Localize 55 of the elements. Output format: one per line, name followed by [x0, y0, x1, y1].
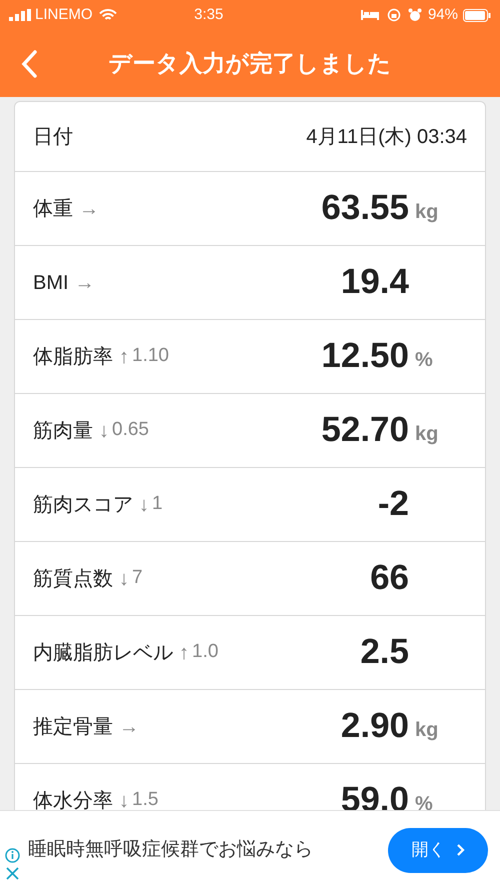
- signal-icon: [9, 9, 31, 21]
- trend-arrow: →: [79, 196, 99, 222]
- open-button[interactable]: 開く: [388, 828, 488, 872]
- trend-arrow: ↓: [119, 788, 129, 814]
- row-label: 日付: [33, 124, 74, 150]
- change-amount: 7: [132, 566, 143, 590]
- unit-label: kg: [415, 200, 438, 222]
- carrier-name: LINEMO: [35, 4, 93, 25]
- back-icon[interactable]: [20, 50, 38, 78]
- unit-label: kg: [415, 718, 438, 740]
- header-title: データ入力が完了しました: [108, 49, 392, 78]
- unit-label: %: [415, 792, 433, 814]
- measurement-value: 19.4: [340, 261, 409, 304]
- measurement-value: -2: [378, 483, 409, 526]
- trend-arrow: ↓: [99, 418, 109, 444]
- wifi-icon: [98, 8, 117, 22]
- row-label: 筋質点数: [33, 566, 113, 592]
- change-amount: 1: [152, 492, 163, 516]
- row-label: 体水分率: [33, 788, 113, 814]
- bed-icon: [360, 10, 379, 20]
- trend-arrow: ↓: [139, 492, 149, 518]
- close-icon[interactable]: [6, 867, 18, 880]
- measurement-value: 59.0: [340, 779, 409, 820]
- trend-arrow: →: [74, 270, 95, 296]
- measurement-value: 2.90: [340, 705, 409, 748]
- change-amount: 0.65: [112, 418, 149, 442]
- info-icon[interactable]: [4, 848, 20, 863]
- row-label: 筋肉スコア: [33, 492, 133, 518]
- trend-arrow: ↑: [119, 344, 129, 370]
- clock-time: 3:35: [193, 4, 224, 25]
- battery-icon: [463, 8, 491, 22]
- chevron-right-icon: [456, 843, 464, 857]
- ad-text[interactable]: 睡眠時無呼吸症候群でお悩みなら: [28, 836, 388, 864]
- battery-percent: 94%: [428, 4, 458, 25]
- trend-arrow: ↑: [179, 640, 189, 666]
- unit-label: kg: [415, 422, 438, 444]
- measurement-value: 12.50: [321, 335, 409, 378]
- date-value: 4月11日(木) 03:34: [306, 124, 467, 150]
- unit-label: %: [415, 348, 433, 370]
- row-label: 筋肉量: [33, 418, 93, 444]
- trend-arrow: →: [119, 714, 139, 740]
- measurement-value: 63.55: [321, 187, 409, 230]
- row-label: 体重: [33, 196, 73, 222]
- alarm-icon: [408, 8, 422, 22]
- row-label: 内臓脂肪レベル: [33, 640, 173, 666]
- measurement-value: 2.5: [360, 631, 409, 674]
- change-amount: 1.10: [132, 344, 169, 368]
- row-label: 体脂肪率: [33, 344, 113, 370]
- change-amount: 1.5: [132, 788, 158, 812]
- trend-arrow: ↓: [119, 566, 129, 592]
- measurement-value: 52.70: [321, 409, 409, 452]
- row-label: BMI: [33, 270, 69, 296]
- measurement-value: 66: [370, 557, 409, 600]
- change-amount: 1.0: [192, 640, 218, 664]
- row-label: 推定骨量: [33, 714, 113, 740]
